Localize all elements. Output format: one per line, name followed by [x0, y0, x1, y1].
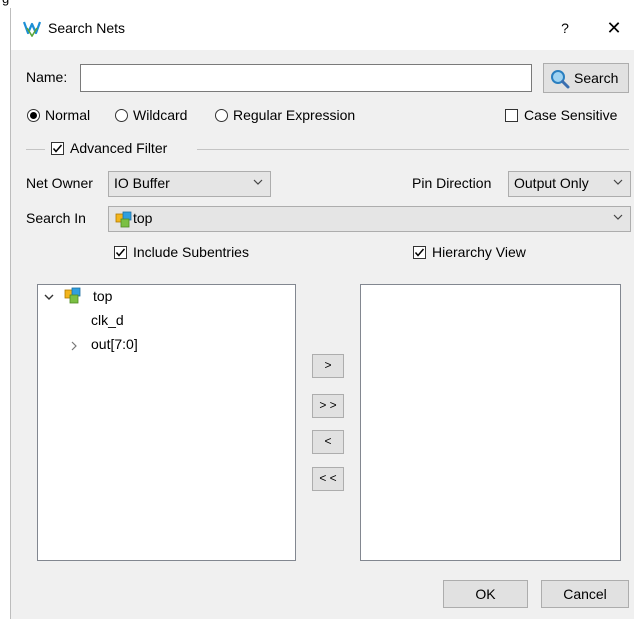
radio-wildcard[interactable]	[115, 109, 128, 122]
selected-net-list[interactable]	[360, 284, 621, 561]
name-label: Name:	[26, 69, 68, 85]
tree-item-top[interactable]: top	[93, 288, 112, 304]
search-button-label: Search	[574, 70, 619, 86]
pin-direction-select[interactable]: Output Only	[508, 171, 631, 197]
hierarchy-view-label: Hierarchy View	[432, 244, 526, 260]
module-cube-icon	[64, 287, 81, 304]
remove-all-button[interactable]: < <	[312, 467, 344, 491]
add-all-button[interactable]: > >	[312, 394, 344, 418]
help-button[interactable]: ?	[551, 14, 579, 42]
cancel-button[interactable]: Cancel	[541, 580, 629, 608]
magnifier-icon	[551, 70, 570, 89]
module-cube-icon	[115, 211, 132, 228]
background-caption-text: g	[2, 0, 9, 6]
search-in-value: top	[133, 210, 153, 226]
group-line-right	[197, 149, 629, 150]
chevron-down-icon	[253, 179, 263, 185]
radio-normal-label: Normal	[45, 107, 91, 123]
hierarchy-view-checkbox[interactable]	[413, 246, 426, 259]
radio-normal[interactable]	[27, 109, 40, 122]
include-subentries-label: Include Subentries	[133, 244, 249, 260]
chevron-right-icon[interactable]	[69, 340, 79, 352]
case-sensitive-checkbox[interactable]	[505, 109, 518, 122]
checkmark-icon	[414, 248, 425, 257]
advanced-filter-checkbox[interactable]	[51, 142, 64, 155]
tree-item-out[interactable]: out[7:0]	[91, 336, 138, 352]
remove-button[interactable]: <	[312, 430, 344, 454]
pin-direction-value: Output Only	[514, 175, 589, 191]
close-button[interactable]: ✕	[599, 14, 629, 42]
group-line-left	[26, 149, 45, 150]
include-subentries-checkbox[interactable]	[114, 246, 127, 259]
gowin-logo-icon	[23, 21, 41, 37]
add-button[interactable]: >	[312, 354, 344, 378]
net-owner-label: Net Owner	[26, 175, 93, 191]
search-in-label: Search In	[26, 210, 86, 226]
background-caption: g	[0, 0, 634, 8]
search-in-select[interactable]: top	[108, 206, 631, 232]
pin-direction-label: Pin Direction	[412, 175, 492, 191]
search-button[interactable]: Search	[543, 63, 629, 93]
advanced-filter-label: Advanced Filter	[70, 140, 168, 156]
radio-wildcard-label: Wildcard	[133, 107, 188, 123]
search-nets-dialog: Search Nets ? ✕ Name: Search Normal Wild…	[10, 8, 634, 619]
name-input[interactable]	[80, 64, 532, 92]
title-bar: Search Nets ? ✕	[11, 8, 634, 50]
radio-regular-expression[interactable]	[215, 109, 228, 122]
checkmark-icon	[52, 144, 63, 153]
source-net-tree[interactable]: top clk_d out[7:0]	[37, 284, 296, 561]
net-owner-value: IO Buffer	[114, 175, 170, 191]
chevron-down-icon[interactable]	[43, 292, 55, 302]
radio-regular-expression-label: Regular Expression	[233, 107, 356, 123]
net-owner-select[interactable]: IO Buffer	[108, 171, 271, 197]
chevron-down-icon	[613, 214, 623, 220]
dialog-title: Search Nets	[48, 20, 126, 36]
chevron-down-icon	[613, 179, 623, 185]
tree-item-clk-d[interactable]: clk_d	[91, 312, 124, 328]
ok-button[interactable]: OK	[443, 580, 528, 608]
case-sensitive-label: Case Sensitive	[524, 107, 618, 123]
checkmark-icon	[115, 248, 126, 257]
